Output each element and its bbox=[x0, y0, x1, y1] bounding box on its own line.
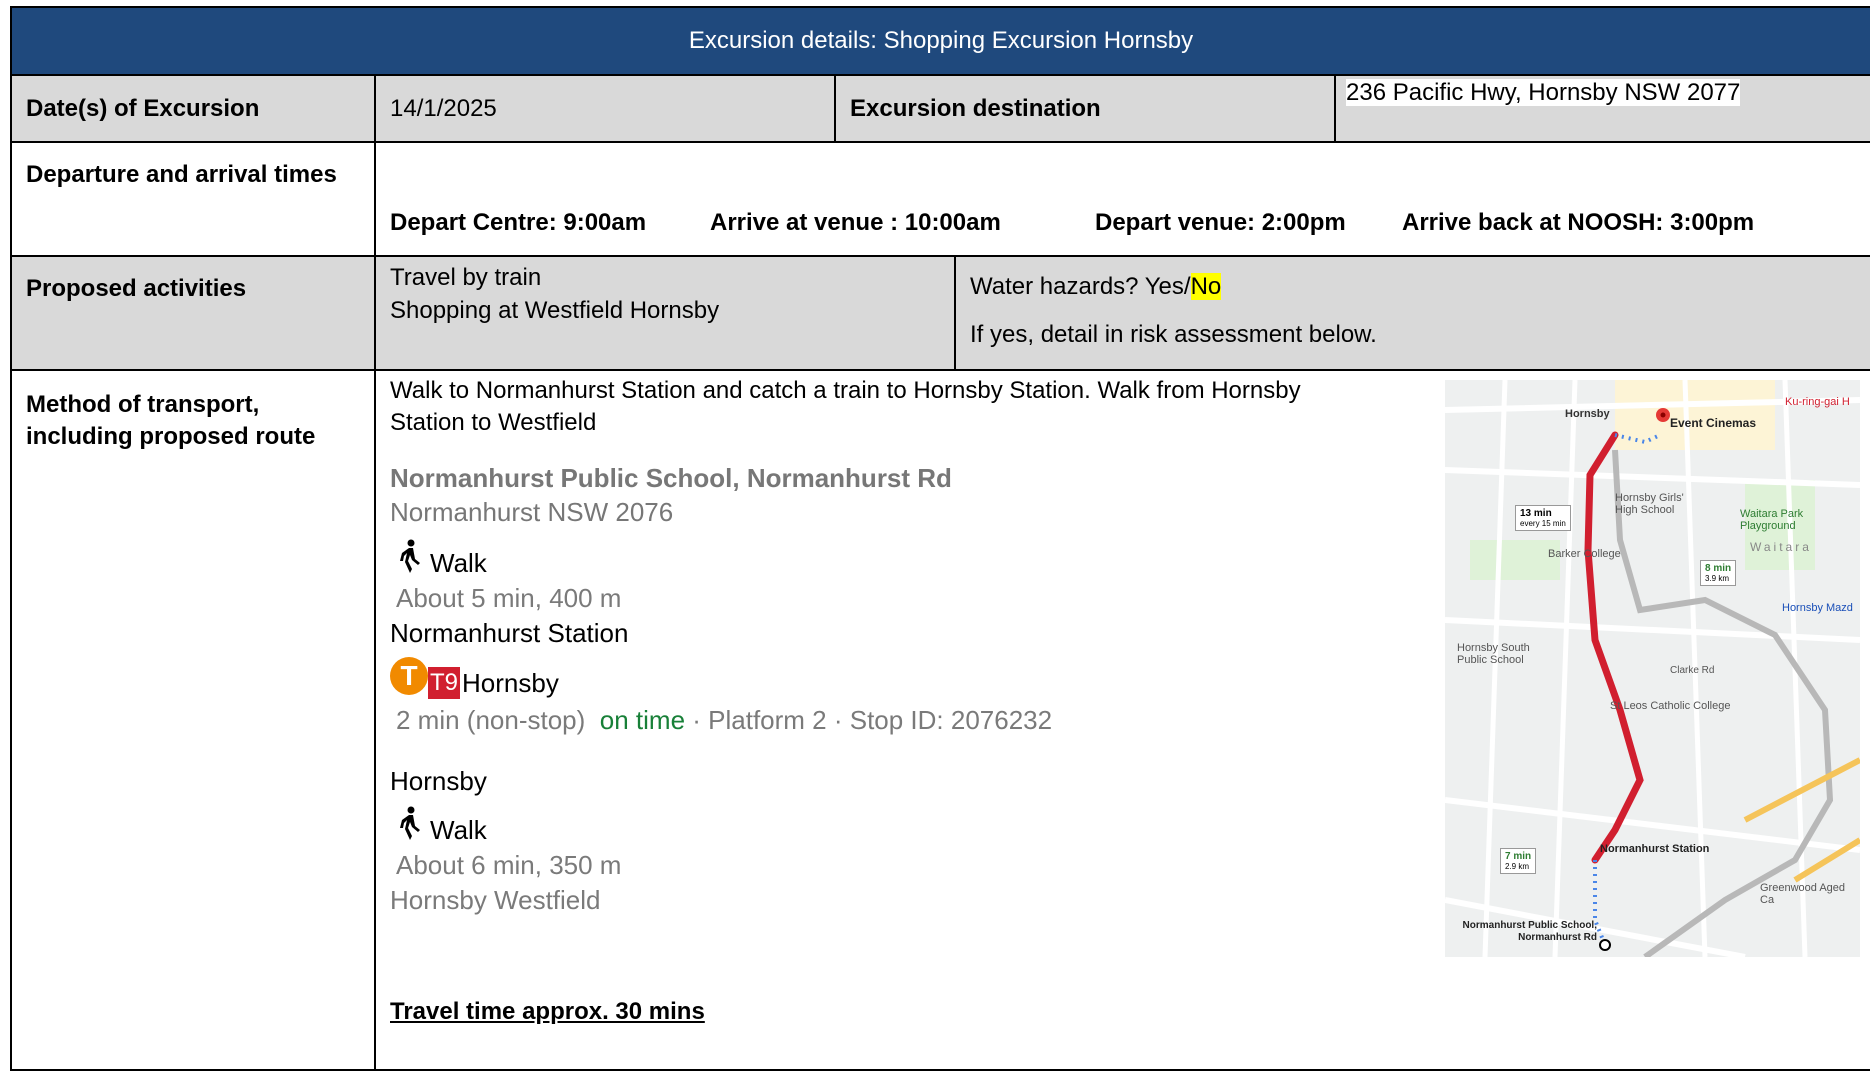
walk-icon bbox=[400, 806, 420, 840]
form-title: Excursion details: Shopping Excursion Ho… bbox=[9, 6, 1870, 76]
train-destination: Hornsby bbox=[462, 667, 559, 698]
map-label: Normanhurst Station bbox=[1600, 843, 1710, 855]
route-map[interactable]: Hornsby Event Cinemas Ku-ring-gai H Horn… bbox=[1445, 380, 1860, 957]
activity-item: Travel by train bbox=[390, 264, 542, 291]
drive-time-callout: 7 min 2.9 km bbox=[1500, 848, 1537, 874]
train-line-badge: T9 bbox=[428, 667, 461, 699]
drive-time-callout: 8 min 3.9 km bbox=[1700, 560, 1737, 586]
travel-time: Travel time approx. 30 mins bbox=[390, 998, 705, 1025]
train-time-callout: 13 min every 15 min bbox=[1515, 505, 1571, 531]
map-label: Normanhurst Public School, Normanhurst R… bbox=[1462, 920, 1597, 943]
arrive-venue: Arrive at venue : 10:00am bbox=[710, 209, 1001, 236]
times-label: Departure and arrival times bbox=[10, 141, 376, 257]
map-label: Waitara bbox=[1750, 540, 1812, 554]
walk-icon bbox=[400, 539, 420, 573]
water-hazards-note: If yes, detail in risk assessment below. bbox=[970, 321, 1377, 348]
destination-label: Excursion destination bbox=[834, 74, 1336, 143]
map-label: Event Cinemas bbox=[1670, 416, 1757, 430]
destination-value: 236 Pacific Hwy, Hornsby NSW 2077 bbox=[1333, 74, 1870, 143]
map-label: St Leos Catholic College bbox=[1610, 700, 1731, 712]
times-value: Depart Centre: 9:00am Arrive at venue : … bbox=[373, 141, 1870, 257]
water-hazards: Water hazards? Yes/No If yes, detail in … bbox=[953, 255, 1870, 371]
map-label: Hornsby Girls' High School bbox=[1615, 492, 1684, 516]
map-label: Ku-ring-gai H bbox=[1785, 396, 1850, 408]
arrive-back: Arrive back at NOOSH: 3:00pm bbox=[1402, 209, 1755, 236]
train-icon: T bbox=[390, 657, 428, 695]
activity-item: Shopping at Westfield Hornsby bbox=[390, 297, 720, 324]
depart-centre: Depart Centre: 9:00am bbox=[390, 209, 647, 236]
on-time-status: on time bbox=[599, 705, 686, 735]
map-label: Barker College bbox=[1548, 548, 1621, 560]
walk-label: Walk bbox=[430, 815, 487, 845]
dates-label: Date(s) of Excursion bbox=[10, 74, 376, 143]
activities-label: Proposed activities bbox=[10, 255, 376, 371]
map-label: Hornsby bbox=[1565, 408, 1610, 420]
water-hazards-question: Water hazards? Yes/ bbox=[970, 273, 1191, 300]
activities-list: Travel by train Shopping at Westfield Ho… bbox=[374, 255, 956, 371]
walk-label: Walk bbox=[430, 548, 487, 578]
map-label: Hornsby South Public School bbox=[1457, 642, 1530, 666]
map-label: Clarke Rd bbox=[1670, 665, 1715, 676]
transport-label: Method of transport, including proposed … bbox=[10, 369, 376, 1071]
map-label: Hornsby Mazd bbox=[1782, 602, 1853, 614]
water-hazards-answer: No bbox=[1190, 273, 1222, 300]
depart-venue: Depart venue: 2:00pm bbox=[1095, 209, 1346, 236]
dates-value: 14/1/2025 bbox=[374, 74, 836, 143]
map-label: Waitara Park Playground bbox=[1740, 508, 1804, 532]
transport-intro: Walk to Normanhurst Station and catch a … bbox=[390, 377, 1301, 436]
map-label: Greenwood Aged Ca bbox=[1760, 882, 1846, 906]
